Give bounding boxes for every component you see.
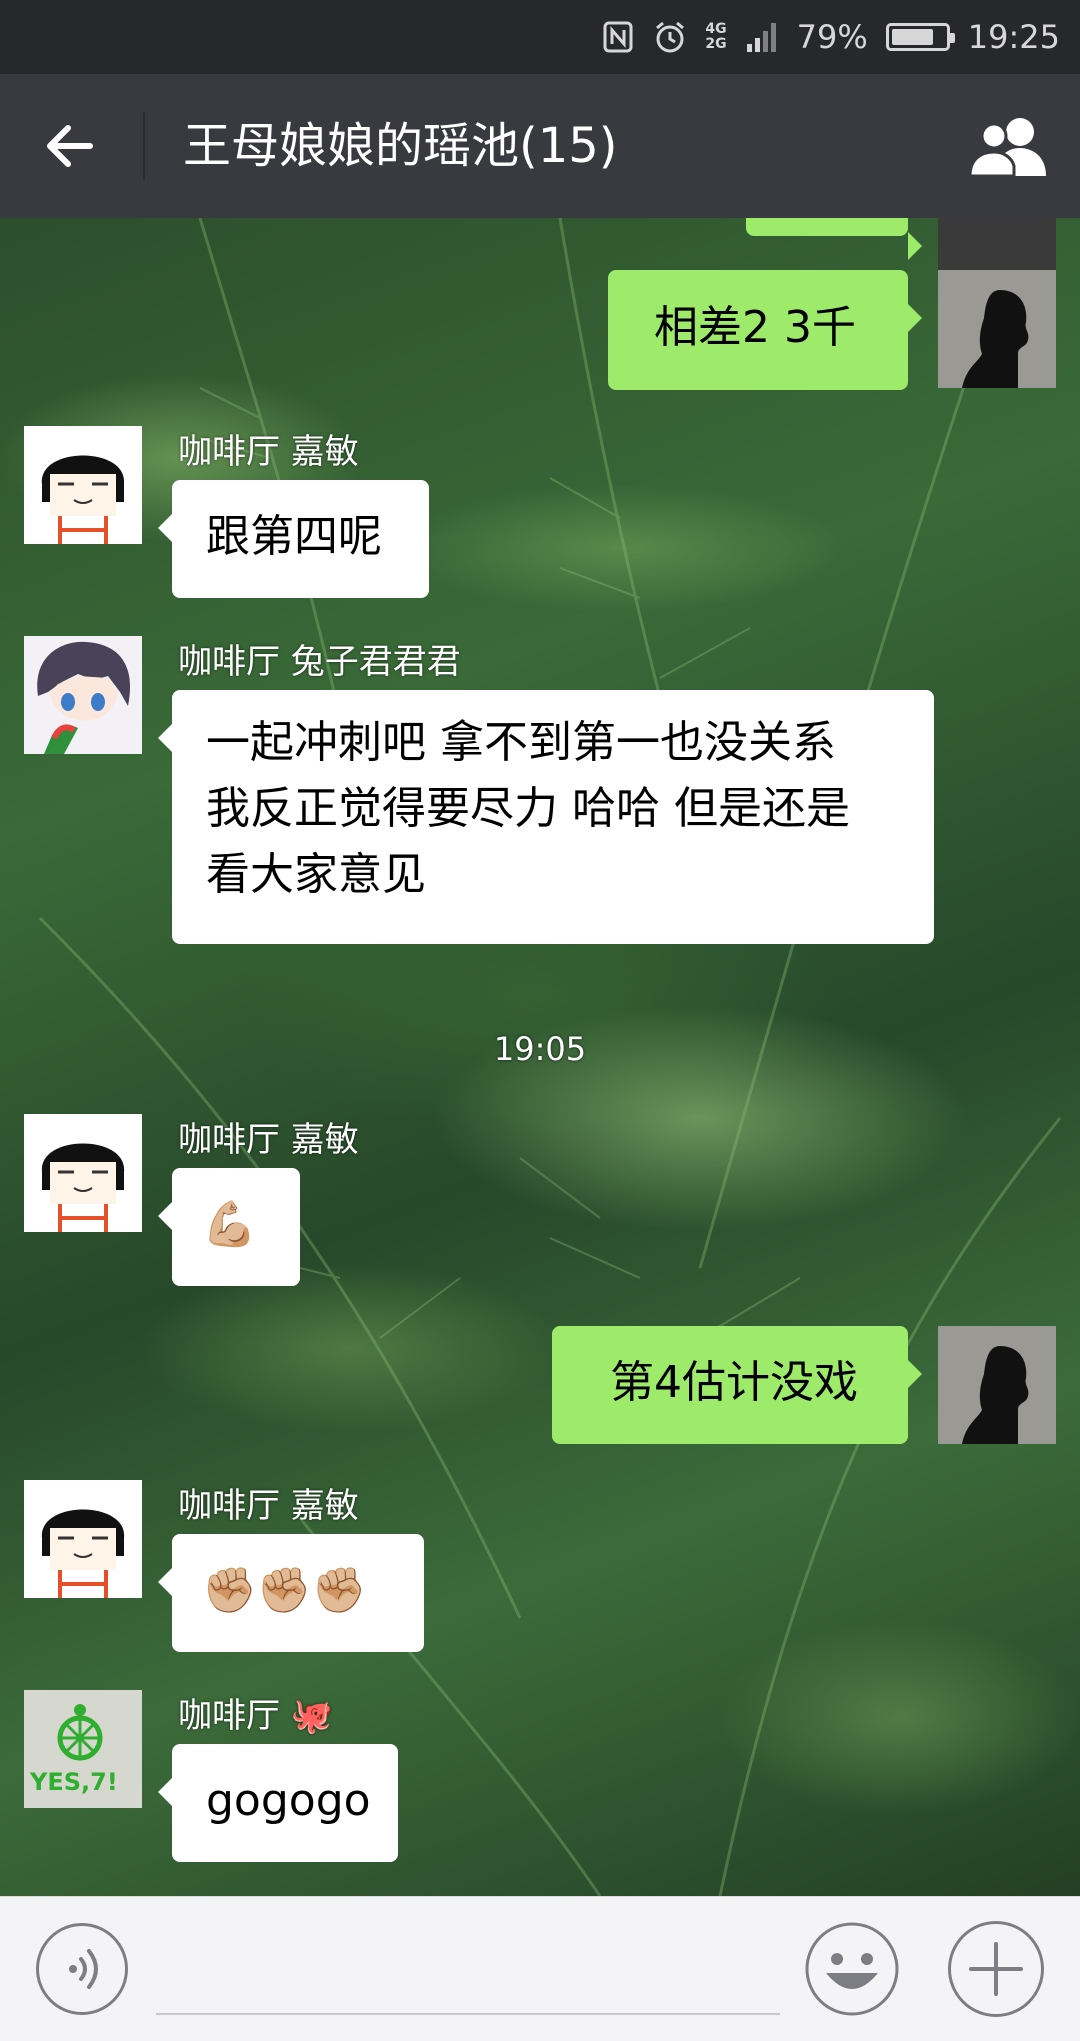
more-options-button[interactable]: [948, 1921, 1044, 2017]
message-text: 第4估计没戏: [610, 1357, 858, 1408]
status-time: 19:25: [967, 18, 1060, 56]
message-text-line: 看大家意见: [206, 849, 426, 900]
yes7-avatar-image: YES,7!: [24, 1690, 142, 1808]
raised-fist-emoji: ✊🏼✊🏼✊🏼: [202, 1565, 367, 1616]
message-text-line: 一起冲刺吧 拿不到第一也没关系: [206, 717, 836, 768]
message-bubble-partial[interactable]: [746, 218, 922, 260]
message-text-line: 我反正觉得要尽力 哈哈 但是还是: [206, 783, 850, 834]
message-bubble-incoming[interactable]: ✊🏼✊🏼✊🏼: [158, 1534, 424, 1652]
sender-name: 咖啡厅 嘉敏: [178, 1120, 359, 1160]
chat-title: 王母娘娘的瑶池(15): [183, 118, 618, 174]
sender-name: 咖啡厅 兔子君君君: [178, 642, 461, 682]
sender-name: 咖啡厅 🐙: [178, 1696, 334, 1736]
message-text: 相差2 3千: [654, 302, 856, 353]
cartoon-girl-avatar-image: [24, 426, 142, 544]
arrow-left-icon[interactable]: [36, 110, 108, 182]
message-bubble-incoming[interactable]: 跟第四呢: [158, 480, 429, 598]
alarm-icon: [656, 21, 685, 53]
cartoon-girl-avatar-image: [24, 1114, 142, 1232]
avatar-jiamin[interactable]: [24, 1480, 142, 1598]
battery-fill: [891, 29, 933, 45]
avatar-yes7[interactable]: YES,7!: [24, 1690, 142, 1808]
group-members-icon[interactable]: [968, 114, 1052, 178]
cartoon-girl-avatar-image: [24, 1480, 142, 1598]
anime-boy-avatar-image: [24, 636, 142, 754]
avatar-text: YES,7!: [29, 1768, 118, 1796]
message-bubble-outgoing[interactable]: 第4估计没戏: [552, 1326, 922, 1444]
signal-icon: [746, 23, 776, 52]
self-silhouette-image: [938, 270, 1056, 388]
status-bar: 4G 2G 79% 19:25: [0, 0, 1080, 74]
message-text: gogogo: [206, 1775, 371, 1826]
message-text: 跟第四呢: [206, 511, 382, 562]
message-input-field[interactable]: [156, 2013, 780, 2015]
plus-icon: [969, 1942, 1023, 1996]
message-bubble-incoming[interactable]: gogogo: [158, 1744, 398, 1862]
header-divider: [143, 112, 145, 180]
avatar[interactable]: [938, 218, 1056, 276]
input-bar: [0, 1896, 1080, 2041]
self-silhouette-image: [938, 1326, 1056, 1444]
avatar-jiamin[interactable]: [24, 1114, 142, 1232]
sender-name: 咖啡厅 嘉敏: [178, 432, 359, 472]
chat-message-list[interactable]: 相差2 3千 咖啡厅 嘉敏 跟第四呢 咖啡厅 兔子君君君 一起冲刺吧 拿不到第一…: [0, 218, 1080, 1896]
voice-icon: [69, 1949, 98, 1989]
avatar-self[interactable]: [938, 270, 1056, 388]
flexed-biceps-emoji: 💪🏼: [202, 1199, 257, 1250]
emoji-icon[interactable]: [804, 1921, 900, 2017]
battery-icon: [885, 23, 955, 51]
battery-percent: 79%: [796, 18, 868, 56]
chat-header: 王母娘娘的瑶池(15): [0, 74, 1080, 218]
network-type-label: 4G 2G: [705, 21, 727, 52]
message-bubble-incoming[interactable]: 💪🏼: [158, 1168, 300, 1286]
avatar-jiamin[interactable]: [24, 426, 142, 544]
message-timestamp: 19:05: [493, 1030, 587, 1068]
voice-input-button[interactable]: [36, 1923, 128, 2015]
nfc-icon: [603, 21, 633, 53]
avatar-tuzijun[interactable]: [24, 636, 142, 754]
message-bubble-outgoing[interactable]: 相差2 3千: [608, 270, 922, 390]
sender-name: 咖啡厅 嘉敏: [178, 1486, 359, 1526]
avatar-self[interactable]: [938, 1326, 1056, 1444]
message-bubble-incoming[interactable]: 一起冲刺吧 拿不到第一也没关系 我反正觉得要尽力 哈哈 但是还是 看大家意见: [158, 690, 934, 944]
